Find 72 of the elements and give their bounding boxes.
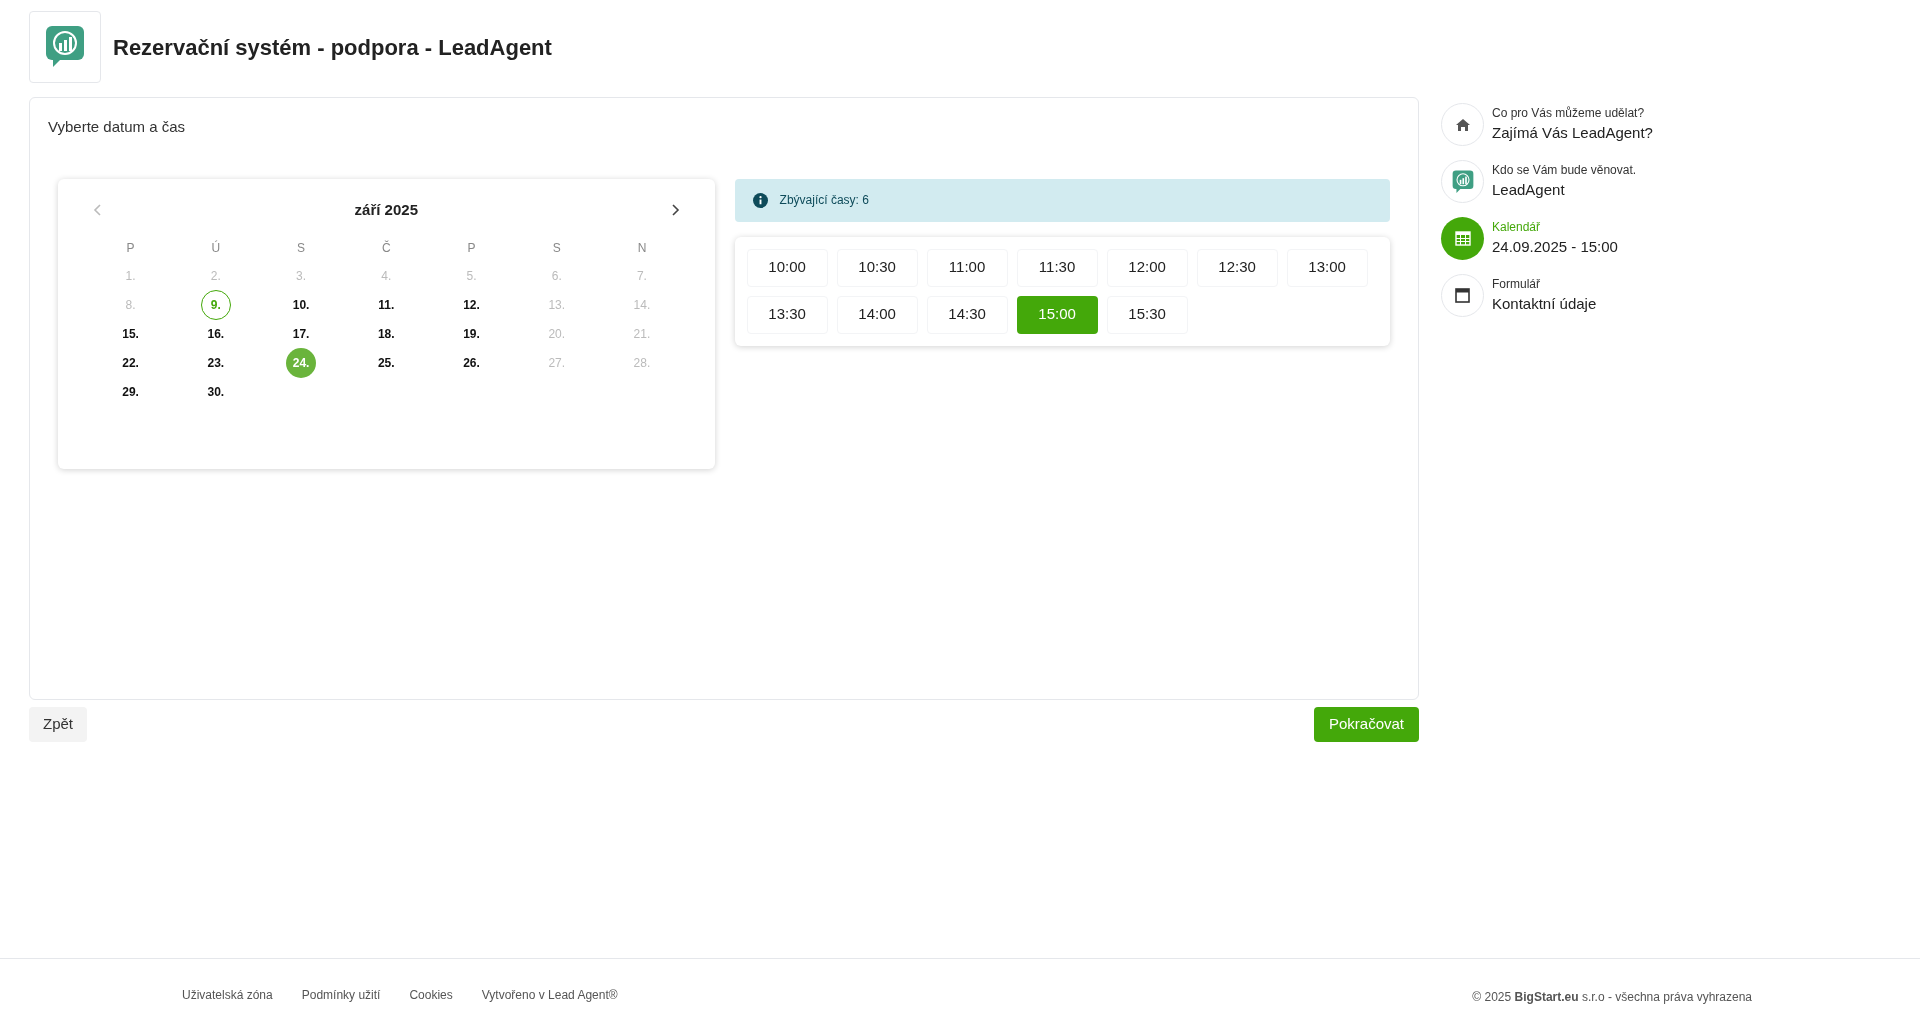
calendar-day[interactable]: 23. xyxy=(200,347,231,378)
calendar-day: 6. xyxy=(541,260,572,291)
calendar-day[interactable]: 18. xyxy=(371,318,402,349)
calendar-day: 20. xyxy=(541,318,572,349)
time-slot-button[interactable]: 11:30 xyxy=(1016,248,1098,287)
calendar-day[interactable]: 26. xyxy=(456,347,487,378)
calendar-day[interactable]: 11. xyxy=(371,289,402,320)
window-icon xyxy=(1455,288,1470,303)
time-slot-button[interactable]: 13:30 xyxy=(746,295,828,334)
copyright-text: © 2025 BigStart.eu s.r.o - všechna práva vyhrazena xyxy=(1472,989,1752,1006)
calendar-day[interactable]: 22. xyxy=(115,347,146,378)
footer-link[interactable]: Uživatelská zóna xyxy=(182,986,273,1004)
calendar-day[interactable]: 10. xyxy=(286,289,317,320)
back-button[interactable]: Zpět xyxy=(29,707,87,742)
calendar-day: 21. xyxy=(626,318,657,349)
time-slot-button[interactable]: 11:00 xyxy=(926,248,1008,287)
time-slot-button[interactable]: 12:00 xyxy=(1106,248,1188,287)
calendar-day: 13. xyxy=(541,289,572,320)
calendar-day: 28. xyxy=(626,347,657,378)
calendar-day: 4. xyxy=(371,260,402,291)
calendar-day: 8. xyxy=(115,289,146,320)
time-slot-button[interactable]: 14:30 xyxy=(926,295,1008,334)
calendar-day[interactable]: 29. xyxy=(115,376,146,407)
logo-icon xyxy=(45,25,85,69)
time-slot-button[interactable]: 10:00 xyxy=(746,248,828,287)
step-badge[interactable] xyxy=(1441,274,1484,317)
time-slot-button[interactable]: 14:00 xyxy=(836,295,918,334)
page-title: Rezervační systém - podpora - LeadAgent xyxy=(113,33,552,62)
step-caption: Kdo se Vám bude věnovat. xyxy=(1492,162,1637,180)
month-label: září 2025 xyxy=(354,199,418,220)
footer-link[interactable]: Cookies xyxy=(409,986,453,1004)
step-value: 24.09.2025 - 15:00 xyxy=(1492,237,1618,258)
step-badge[interactable] xyxy=(1441,103,1484,146)
footer-link[interactable]: Podmínky užití xyxy=(301,986,381,1004)
calendar-day[interactable]: 12. xyxy=(456,289,487,320)
step-caption: Co pro Vás můžeme udělat? xyxy=(1492,105,1646,123)
weekday-label: P xyxy=(126,240,135,257)
calendar-day: 27. xyxy=(541,347,572,378)
time-slot-button[interactable]: 15:30 xyxy=(1106,295,1188,334)
time-slot-button[interactable]: 12:30 xyxy=(1196,248,1278,287)
weekday-label: S xyxy=(552,240,561,257)
step-value: LeadAgent xyxy=(1492,180,1566,201)
time-slot-button[interactable]: 13:00 xyxy=(1286,248,1368,287)
weekday-label: P xyxy=(467,240,476,257)
calendar-icon xyxy=(1454,231,1471,246)
calendar-day[interactable]: 16. xyxy=(200,318,231,349)
calendar-day: 1. xyxy=(115,260,146,291)
calendar-day[interactable]: 30. xyxy=(200,376,231,407)
step-value: Zajímá Vás LeadAgent? xyxy=(1492,123,1653,144)
calendar-day: 5. xyxy=(456,260,487,291)
weekday-label: S xyxy=(297,240,306,257)
section-heading: Vyberte datum a čas xyxy=(48,117,186,137)
calendar-day[interactable]: 25. xyxy=(371,347,402,378)
home-icon xyxy=(1454,117,1471,132)
weekday-label: N xyxy=(637,240,647,257)
logo-icon xyxy=(1451,169,1474,194)
step-caption: Formulář xyxy=(1492,276,1541,294)
footer-link[interactable]: Vytvořeno v Lead Agent® xyxy=(481,986,618,1004)
remaining-times-text: Zbývající časy: 6 xyxy=(779,192,869,209)
calendar-day: 2. xyxy=(200,260,231,291)
time-slot-button[interactable]: 10:30 xyxy=(836,248,918,287)
calendar-day: 7. xyxy=(626,260,657,291)
calendar-day: 3. xyxy=(286,260,317,291)
calendar-day[interactable]: 15. xyxy=(115,318,146,349)
calendar-day[interactable]: 17. xyxy=(286,318,317,349)
info-icon xyxy=(752,192,768,208)
calendar-day[interactable]: 19. xyxy=(456,318,487,349)
step-caption: Kalendář xyxy=(1492,219,1542,237)
weekday-label: Ú xyxy=(211,239,221,257)
calendar-day: 14. xyxy=(626,289,657,320)
step-value: Kontaktní údaje xyxy=(1492,294,1597,315)
weekday-label: Č xyxy=(381,239,391,257)
